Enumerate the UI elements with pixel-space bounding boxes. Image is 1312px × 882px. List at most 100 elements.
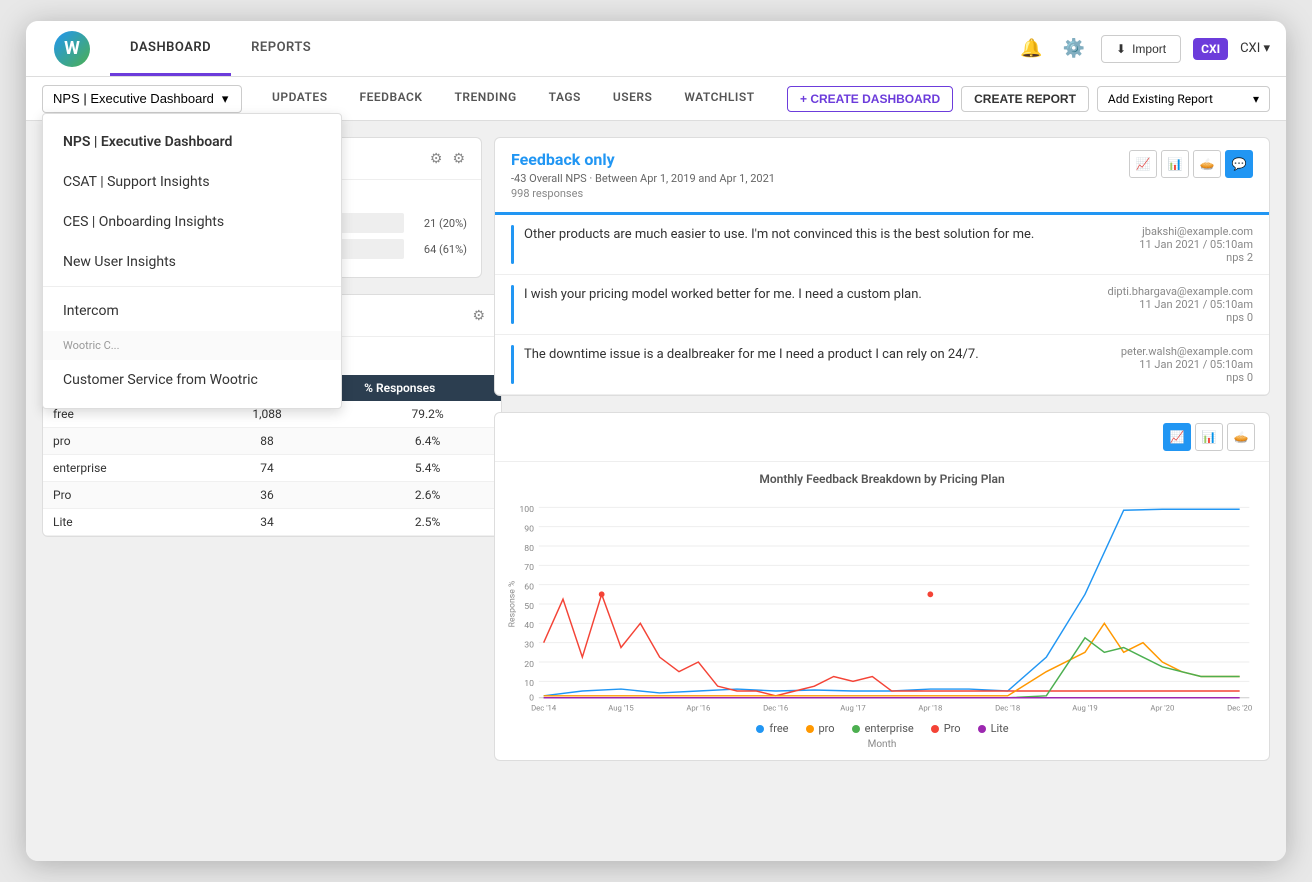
- table-cell-count: 74: [180, 455, 354, 482]
- svg-text:50: 50: [524, 602, 534, 612]
- dropdown-item-customer-service[interactable]: Customer Service from Wootric: [43, 360, 341, 400]
- table-row: pro 88 6.4%: [43, 428, 501, 455]
- feedback-email: jbakshi@example.com: [1139, 225, 1253, 238]
- svg-text:30: 30: [524, 641, 534, 651]
- feedback-bar-accent: [511, 225, 514, 264]
- create-report-button[interactable]: CREATE REPORT: [961, 86, 1089, 112]
- svg-text:100: 100: [519, 505, 534, 515]
- dropdown-sub-wootric: Wootric C...: [43, 331, 341, 360]
- feedback-list-item: I wish your pricing model worked better …: [495, 275, 1269, 335]
- feedback-date: 11 Jan 2021 / 05:10am: [1139, 238, 1253, 251]
- nps-widget-controls: ⚙ ⚙: [428, 148, 467, 169]
- feedback-card-header: Feedback only -43 Overall NPS · Between …: [495, 138, 1269, 215]
- svg-text:Dec '18: Dec '18: [995, 703, 1020, 712]
- table-cell-count: 36: [180, 482, 354, 509]
- dashboard-selector: NPS | Executive Dashboard ▾ NPS | Execut…: [42, 85, 242, 113]
- svg-text:Response %: Response %: [508, 581, 518, 628]
- add-existing-select[interactable]: Add Existing Report ▾: [1097, 86, 1270, 112]
- svg-text:Dec '20: Dec '20: [1227, 703, 1252, 712]
- feedback-email: peter.walsh@example.com: [1121, 345, 1253, 358]
- chevron-down-icon: ▾: [1253, 92, 1259, 106]
- tab-reports[interactable]: REPORTS: [231, 21, 331, 76]
- logo-icon: W: [54, 31, 90, 67]
- svg-text:60: 60: [524, 583, 534, 593]
- feedback-item-meta: peter.walsh@example.com 11 Jan 2021 / 05…: [1121, 345, 1253, 384]
- feedback-list: Other products are much easier to use. I…: [495, 215, 1269, 395]
- notifications-icon[interactable]: 🔔: [1016, 34, 1046, 63]
- second-nav: NPS | Executive Dashboard ▾ NPS | Execut…: [26, 77, 1286, 121]
- feedback-view-list[interactable]: 💬: [1225, 150, 1253, 178]
- chart-header: 📈 📊 🥧: [495, 413, 1269, 462]
- svg-text:Aug '15: Aug '15: [608, 703, 634, 712]
- legend-free: free: [755, 722, 788, 735]
- feedback-item-text: Other products are much easier to use. I…: [524, 225, 1129, 264]
- create-dashboard-button[interactable]: + CREATE DASHBOARD: [787, 86, 953, 112]
- settings-icon[interactable]: ⚙️: [1059, 34, 1089, 63]
- cxi-badge: CXI: [1193, 38, 1228, 60]
- col-header-pct: % Responses: [354, 375, 501, 401]
- nps-filter-icon[interactable]: ⚙: [428, 148, 445, 169]
- svg-text:80: 80: [524, 544, 534, 554]
- feedback-title-area: Feedback only -43 Overall NPS · Between …: [511, 150, 1129, 200]
- feedback-item-meta: dipti.bhargava@example.com 11 Jan 2021 /…: [1108, 285, 1253, 324]
- feedback-item-meta: jbakshi@example.com 11 Jan 2021 / 05:10a…: [1139, 225, 1253, 264]
- svg-text:90: 90: [524, 525, 534, 535]
- chart-view-line[interactable]: 📈: [1163, 423, 1191, 451]
- feedback-list-item: Other products are much easier to use. I…: [495, 215, 1269, 275]
- svg-text:Dec '14: Dec '14: [531, 703, 557, 712]
- nps-settings-icon[interactable]: ⚙: [450, 148, 467, 169]
- second-nav-actions: + CREATE DASHBOARD CREATE REPORT Add Exi…: [787, 86, 1270, 112]
- svg-text:Apr '18: Apr '18: [918, 703, 942, 712]
- dropdown-item-new-user[interactable]: New User Insights: [43, 242, 341, 282]
- chart-view-pie[interactable]: 🥧: [1227, 423, 1255, 451]
- feedback-email: dipti.bhargava@example.com: [1108, 285, 1253, 298]
- table-cell-plan: enterprise: [43, 455, 180, 482]
- table-cell-pct: 79.2%: [354, 401, 501, 428]
- dropdown-item-nps-exec[interactable]: NPS | Executive Dashboard: [43, 122, 341, 162]
- right-panel: Feedback only -43 Overall NPS · Between …: [494, 137, 1270, 845]
- dropdown-item-ces[interactable]: CES | Onboarding Insights: [43, 202, 341, 242]
- nav-actions: 🔔 ⚙️ ⬇ Import CXI CXI ▾: [1016, 34, 1270, 63]
- chart-legend: free pro enterprise Pro Lite: [505, 722, 1259, 735]
- nav-link-feedback[interactable]: FEEDBACK: [346, 77, 437, 120]
- nav-link-watchlist[interactable]: WATCHLIST: [670, 77, 768, 120]
- import-button[interactable]: ⬇ Import: [1101, 35, 1181, 63]
- svg-text:70: 70: [524, 563, 534, 573]
- nav-link-tags[interactable]: TAGS: [535, 77, 595, 120]
- feedback-date: 11 Jan 2021 / 05:10am: [1121, 358, 1253, 371]
- table-row: Pro 36 2.6%: [43, 482, 501, 509]
- dropdown-item-intercom[interactable]: Intercom: [43, 291, 341, 331]
- chart-body: Monthly Feedback Breakdown by Pricing Pl…: [495, 462, 1269, 760]
- feedback-bar-accent: [511, 285, 514, 324]
- feedback-view-bar[interactable]: 📊: [1161, 150, 1189, 178]
- svg-text:Apr '20: Apr '20: [1150, 703, 1174, 712]
- table-cell-pct: 5.4%: [354, 455, 501, 482]
- feedback-view-line[interactable]: 📈: [1129, 150, 1157, 178]
- feedback-nps: nps 0: [1108, 311, 1253, 324]
- app-window: W DASHBOARD REPORTS 🔔 ⚙️ ⬇ Import CXI CX…: [26, 21, 1286, 861]
- cxi-dropdown[interactable]: CXI ▾: [1240, 41, 1270, 56]
- table-cell-plan: pro: [43, 428, 180, 455]
- chart-x-axis-label: Month: [505, 739, 1259, 750]
- table-cell-count: 34: [180, 509, 354, 536]
- feedback-date: 11 Jan 2021 / 05:10am: [1108, 298, 1253, 311]
- nav-link-users[interactable]: USERS: [599, 77, 666, 120]
- svg-text:10: 10: [524, 679, 534, 689]
- nav-link-trending[interactable]: TRENDING: [440, 77, 530, 120]
- legend-Pro: Pro: [930, 722, 961, 735]
- legend-pro: pro: [805, 722, 835, 735]
- dashboard-select-button[interactable]: NPS | Executive Dashboard ▾: [42, 85, 242, 113]
- chart-view-bar[interactable]: 📊: [1195, 423, 1223, 451]
- feedback-view-pie[interactable]: 🥧: [1193, 150, 1221, 178]
- tab-dashboard[interactable]: DASHBOARD: [110, 21, 231, 76]
- nav-tabs: DASHBOARD REPORTS: [110, 21, 331, 76]
- dropdown-item-csat[interactable]: CSAT | Support Insights: [43, 162, 341, 202]
- dashboard-dropdown: NPS | Executive Dashboard CSAT | Support…: [42, 113, 342, 409]
- svg-text:40: 40: [524, 621, 534, 631]
- feedback-item-text: The downtime issue is a dealbreaker for …: [524, 345, 1111, 384]
- pricing-settings-icon[interactable]: ⚙: [470, 305, 487, 326]
- feedback-item-text: I wish your pricing model worked better …: [524, 285, 1098, 324]
- chart-view-buttons: 📈 📊 🥧: [1163, 423, 1255, 451]
- feedback-subtitle: -43 Overall NPS · Between Apr 1, 2019 an…: [511, 172, 1129, 185]
- feedback-responses: 998 responses: [511, 187, 1129, 200]
